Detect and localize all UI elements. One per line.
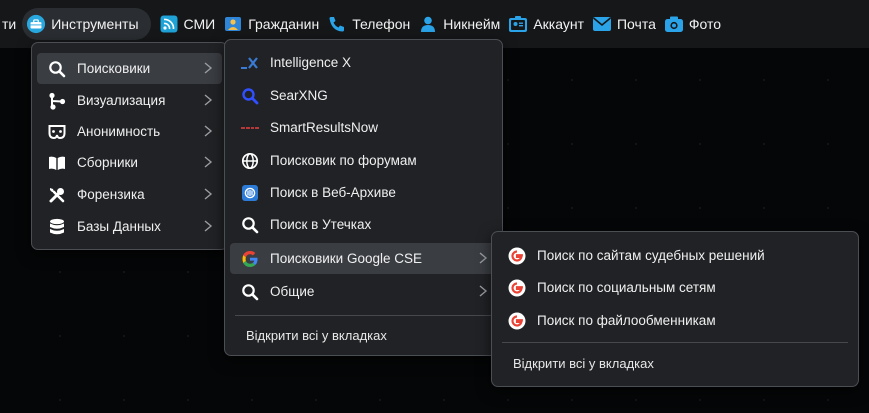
menu-item-label: Поиск в Утечках bbox=[270, 217, 372, 232]
menu-item-forum-search[interactable]: Поисковик по форумам bbox=[230, 145, 497, 176]
menu-item-label: Поисковик по форумам bbox=[270, 153, 417, 168]
account-icon bbox=[508, 14, 528, 34]
menu-item-visualization[interactable]: Визуализация bbox=[37, 85, 222, 116]
globe-icon bbox=[240, 151, 260, 171]
toolbar-item-truncated[interactable]: ти bbox=[0, 8, 22, 40]
search-icon bbox=[240, 215, 260, 235]
toolbar-item-label: Почта bbox=[616, 16, 656, 32]
book-icon bbox=[47, 153, 67, 173]
searxng-icon bbox=[240, 86, 260, 106]
intelx-icon bbox=[240, 53, 260, 73]
toolbar-item-label: Инструменты bbox=[51, 16, 139, 32]
menu-item-label: Поиск по социальным сетям bbox=[537, 280, 716, 295]
toolbar-item-label: Гражданин bbox=[248, 16, 320, 32]
toolbar-item-label: СМИ bbox=[183, 16, 216, 32]
menu-item-leaks-search[interactable]: Поиск в Утечках bbox=[230, 209, 497, 240]
chevron-right-icon bbox=[202, 61, 214, 75]
google-icon bbox=[507, 246, 527, 266]
menu-item-databases[interactable]: Базы Данных bbox=[37, 211, 222, 242]
toolbar-item-mail[interactable]: Почта bbox=[592, 8, 664, 40]
menu-item-label: Intelligence X bbox=[270, 55, 352, 70]
search-engines-menu: Intelligence X SearXNG SmartResultsNow П… bbox=[224, 39, 503, 356]
toolbar-item-label: Фото bbox=[688, 16, 722, 32]
menu-item-label: Поисковики bbox=[77, 61, 151, 76]
menu-item-label: SearXNG bbox=[270, 88, 328, 103]
menu-separator bbox=[235, 315, 492, 316]
menu-item-label: Поиск в Веб-Архиве bbox=[270, 185, 396, 200]
menu-item-label: SmartResultsNow bbox=[270, 120, 379, 135]
toolbar-item-account[interactable]: Аккаунт bbox=[508, 8, 592, 40]
menu-item-label: Сборники bbox=[77, 155, 138, 170]
menu-item-label: Форензика bbox=[77, 187, 145, 202]
user-icon bbox=[418, 14, 438, 34]
menu-item-social-networks-search[interactable]: Поиск по социальным сетям bbox=[497, 272, 853, 303]
toolbar-item-media[interactable]: СМИ bbox=[159, 8, 224, 40]
menu-item-label: Базы Данных bbox=[77, 219, 161, 234]
toolbar-item-photo[interactable]: Фото bbox=[664, 8, 729, 40]
smartresults-icon bbox=[240, 118, 260, 138]
chevron-right-icon bbox=[202, 93, 214, 107]
menu-item-label: Поиск по файлообменникам bbox=[537, 313, 716, 328]
chevron-right-icon bbox=[202, 219, 214, 233]
menu-item-web-archive[interactable]: Поиск в Веб-Архиве bbox=[230, 177, 497, 208]
menu-separator bbox=[502, 342, 848, 343]
toolbar-item-nickname[interactable]: Никнейм bbox=[418, 8, 508, 40]
menu-item-collections[interactable]: Сборники bbox=[37, 147, 222, 178]
menu-item-smartresultsnow[interactable]: SmartResultsNow bbox=[230, 112, 497, 143]
chevron-right-icon bbox=[202, 124, 214, 138]
menu-item-file-sharing-search[interactable]: Поиск по файлообменникам bbox=[497, 305, 853, 336]
phone-icon bbox=[327, 14, 347, 34]
google-icon bbox=[507, 278, 527, 298]
archive-icon bbox=[240, 183, 260, 203]
menu-item-court-decisions-search[interactable]: Поиск по сайтам судебных решений bbox=[497, 240, 853, 271]
menu-item-label: Поиск по сайтам судебных решений bbox=[537, 248, 765, 263]
menu-item-label: Анонимность bbox=[77, 124, 161, 139]
toolbar-item-label: Телефон bbox=[352, 16, 411, 32]
chevron-right-icon bbox=[202, 155, 214, 169]
chevron-right-icon bbox=[202, 187, 214, 201]
google-icon bbox=[240, 249, 260, 269]
mail-icon bbox=[592, 14, 612, 34]
database-icon bbox=[47, 217, 67, 237]
menu-item-label: Визуализация bbox=[77, 93, 166, 108]
menu-item-searxng[interactable]: SearXNG bbox=[230, 80, 497, 111]
toolbar-item-label: ти bbox=[2, 16, 17, 32]
open-all-in-tabs[interactable]: Відкрити всі у вкладках bbox=[513, 356, 654, 371]
menu-item-anonymity[interactable]: Анонимность bbox=[37, 116, 222, 147]
search-icon bbox=[240, 282, 260, 302]
google-cse-menu: Поиск по сайтам судебных решений Поиск п… bbox=[491, 231, 859, 387]
mask-icon bbox=[47, 122, 67, 142]
menu-item-intelligence-x[interactable]: Intelligence X bbox=[230, 47, 497, 78]
toolbox-icon bbox=[26, 14, 46, 34]
menu-item-google-cse[interactable]: Поисковики Google CSE bbox=[230, 243, 497, 274]
network-icon bbox=[47, 91, 67, 111]
toolbar-item-tools[interactable]: Инструменты bbox=[22, 8, 151, 40]
tools-menu: Поисковики Визуализация Анонимность Сбор… bbox=[31, 42, 228, 250]
search-icon bbox=[47, 59, 67, 79]
tools-icon bbox=[47, 185, 67, 205]
menu-item-general[interactable]: Общие bbox=[230, 276, 497, 307]
toolbar-item-label: Аккаунт bbox=[533, 16, 584, 32]
toolbar-item-phone[interactable]: Телефон bbox=[327, 8, 418, 40]
menu-item-label: Поисковики Google CSE bbox=[270, 251, 423, 266]
chevron-right-icon bbox=[477, 284, 489, 298]
open-all-in-tabs[interactable]: Відкрити всі у вкладках bbox=[246, 328, 387, 343]
rss-icon bbox=[159, 14, 179, 34]
toolbar-item-citizen[interactable]: Гражданин bbox=[223, 8, 327, 40]
menu-item-search-engines[interactable]: Поисковики bbox=[37, 53, 222, 84]
citizen-icon bbox=[223, 14, 243, 34]
menu-item-forensics[interactable]: Форензика bbox=[37, 179, 222, 210]
menu-item-label: Общие bbox=[270, 284, 315, 299]
toolbar-item-label: Никнейм bbox=[443, 16, 501, 32]
chevron-right-icon bbox=[477, 251, 489, 265]
google-icon bbox=[507, 311, 527, 331]
camera-icon bbox=[664, 14, 684, 34]
